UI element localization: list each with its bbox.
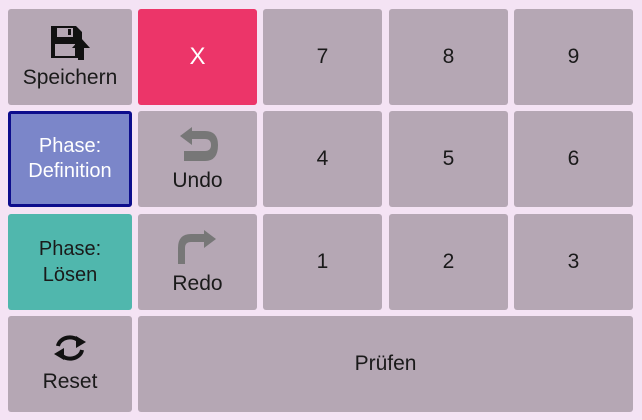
phase-solve-button[interactable]: Phase: Lösen xyxy=(8,214,132,310)
phase-solve-line2: Lösen xyxy=(42,264,98,286)
check-button[interactable]: Prüfen xyxy=(138,316,633,412)
floppy-disk-icon xyxy=(50,24,90,62)
digit-7-button[interactable]: 7 xyxy=(263,9,382,105)
save-button[interactable]: Speichern xyxy=(8,9,132,105)
digit-4-button[interactable]: 4 xyxy=(263,111,382,207)
reset-label: Reset xyxy=(42,370,98,393)
phase-definition-button[interactable]: Phase: Definition xyxy=(8,111,132,207)
clear-button[interactable]: X xyxy=(138,9,257,105)
digit-2-button[interactable]: 2 xyxy=(389,214,508,310)
digit-3-button[interactable]: 3 xyxy=(514,214,633,310)
digit-5-button[interactable]: 5 xyxy=(389,111,508,207)
digit-9-button[interactable]: 9 xyxy=(514,9,633,105)
digit-8-button[interactable]: 8 xyxy=(389,9,508,105)
phase-solve-line1: Phase: xyxy=(38,238,102,260)
digit-1-button[interactable]: 1 xyxy=(263,214,382,310)
digit-6-button[interactable]: 6 xyxy=(514,111,633,207)
refresh-icon xyxy=(50,334,90,362)
undo-arrow-icon xyxy=(178,125,218,163)
redo-button[interactable]: Redo xyxy=(138,214,257,310)
redo-label: Redo xyxy=(172,272,223,295)
phase-definition-line2: Definition xyxy=(28,160,112,182)
undo-label: Undo xyxy=(172,169,223,192)
save-label: Speichern xyxy=(22,66,118,89)
redo-arrow-icon xyxy=(177,228,218,266)
reset-button[interactable]: Reset xyxy=(8,316,132,412)
undo-button[interactable]: Undo xyxy=(138,111,257,207)
phase-definition-line1: Phase: xyxy=(38,135,102,157)
